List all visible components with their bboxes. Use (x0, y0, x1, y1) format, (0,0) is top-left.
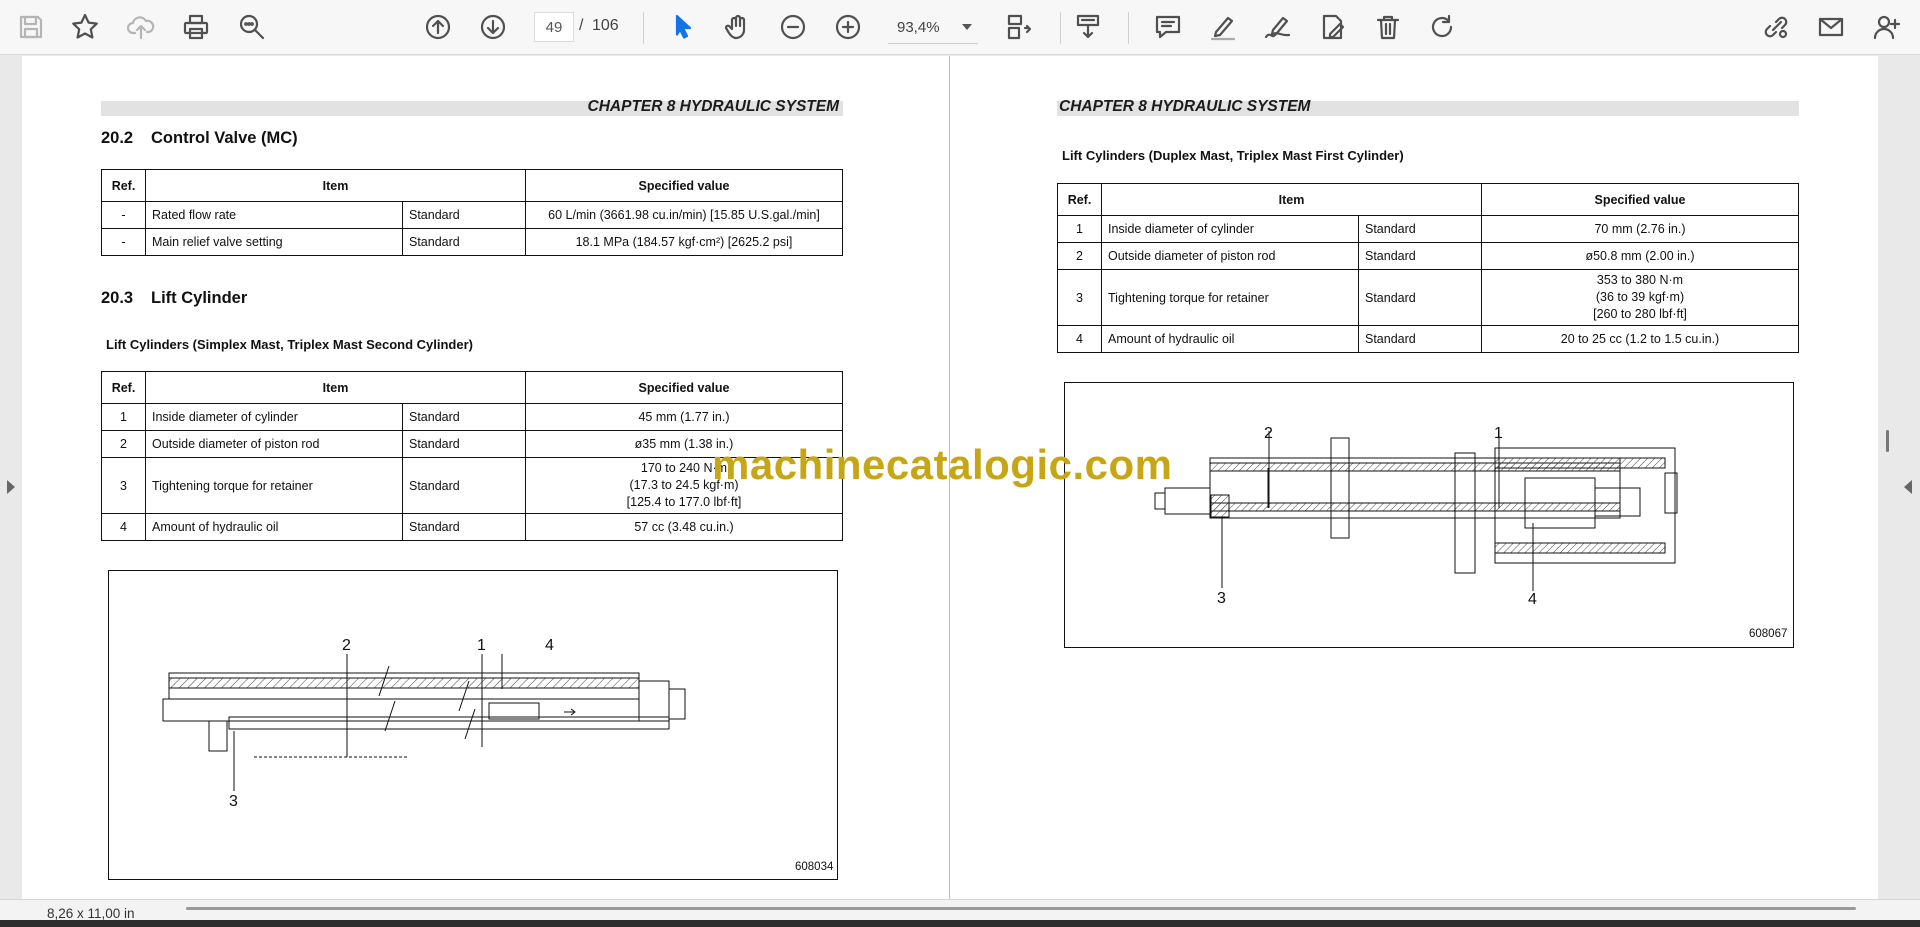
figure-number: 608067 (1749, 628, 1788, 640)
left-panel-toggle-icon[interactable] (7, 480, 15, 494)
star-icon[interactable] (65, 8, 105, 46)
zoom-search-icon[interactable] (232, 8, 272, 46)
table-header-row: Ref. Item Specified value (101, 371, 843, 404)
table-header-row: Ref. Item Specified value (101, 169, 843, 202)
trash-icon[interactable] (1368, 8, 1408, 46)
chapter-header: CHAPTER 8 HYDRAULIC SYSTEM (101, 99, 843, 116)
scroll-mode-icon[interactable] (1068, 8, 1108, 46)
zoom-value: 93,4% (897, 19, 940, 36)
figure-label: 2 (342, 637, 351, 654)
highlight-pen-icon[interactable] (1203, 8, 1243, 46)
lift-cylinder-duplex-table: Ref. Item Specified value 1 Inside diame… (1057, 183, 1799, 353)
table-row: 1 Inside diameter of cylinder Standard 7… (1057, 215, 1799, 243)
taskbar-edge (0, 920, 1920, 927)
mail-icon[interactable] (1811, 8, 1851, 46)
table-row: 2 Outside diameter of piston rod Standar… (1057, 242, 1799, 270)
comment-icon[interactable] (1148, 8, 1188, 46)
toolbar: 49 / 106 93,4% (0, 0, 1920, 55)
table-caption: Lift Cylinders (Simplex Mast, Triplex Ma… (106, 337, 473, 352)
zoom-in-icon[interactable] (828, 8, 868, 46)
page-up-icon[interactable] (418, 8, 458, 46)
figure-number: 608034 (795, 861, 834, 873)
hand-icon[interactable] (718, 8, 758, 46)
table-caption: Lift Cylinders (Duplex Mast, Triplex Mas… (1062, 148, 1404, 163)
share-link-icon[interactable] (1756, 8, 1796, 46)
right-panel-toggle-icon[interactable] (1904, 480, 1912, 494)
figure-label: 4 (545, 637, 554, 654)
table-row: - Main relief valve setting Standard 18.… (101, 228, 843, 256)
select-cursor-icon[interactable] (663, 8, 703, 46)
add-user-icon[interactable] (1866, 8, 1906, 46)
table-row: 4 Amount of hydraulic oil Standard 57 cc… (101, 513, 843, 541)
control-valve-table: Ref. Item Specified value - Rated flow r… (101, 169, 843, 256)
page-number-input[interactable]: 49 (534, 12, 574, 42)
print-icon[interactable] (176, 8, 216, 46)
horizontal-scrollbar[interactable] (186, 907, 1856, 910)
figure-label: 3 (1217, 590, 1226, 607)
figure-label: 1 (477, 637, 486, 654)
figure-label: 4 (1528, 591, 1537, 608)
figure-label: 3 (229, 793, 238, 810)
zoom-select[interactable]: 93,4% (888, 12, 978, 44)
figure-label: 2 (1264, 425, 1273, 442)
lift-cylinder-duplex-diagram: 2 1 3 4 608067 (1064, 382, 1794, 648)
table-row: 3 Tightening torque for retainer Standar… (1057, 269, 1799, 326)
page-dimensions: 8,26 x 11,00 in (47, 906, 135, 921)
lift-cylinder-diagram: 2 1 4 3 608034 (108, 570, 838, 880)
table-row: 1 Inside diameter of cylinder Standard 4… (101, 403, 843, 431)
chevron-down-icon (962, 24, 972, 30)
redo-icon[interactable] (1423, 8, 1463, 46)
save-icon[interactable] (11, 8, 51, 46)
section-heading-control-valve: 20.2 Control Valve (MC) (101, 129, 298, 147)
sign-icon[interactable] (1258, 8, 1298, 46)
page-total: 106 (592, 17, 619, 34)
fill-sign-icon[interactable] (1313, 8, 1353, 46)
figure-label: 1 (1494, 425, 1503, 442)
section-heading-lift-cylinder: 20.3 Lift Cylinder (101, 289, 248, 307)
page-separator: / (579, 17, 584, 34)
table-header-row: Ref. Item Specified value (1057, 183, 1799, 216)
chapter-header: CHAPTER 8 HYDRAULIC SYSTEM (1057, 99, 1799, 116)
fit-page-icon[interactable] (998, 8, 1038, 46)
watermark-text: machinecatalogic.com (712, 441, 1173, 488)
table-row: 4 Amount of hydraulic oil Standard 20 to… (1057, 325, 1799, 353)
vertical-scrollbar[interactable] (1886, 430, 1889, 452)
page-down-icon[interactable] (473, 8, 513, 46)
zoom-out-icon[interactable] (773, 8, 813, 46)
cloud-upload-icon[interactable] (121, 8, 161, 46)
table-row: - Rated flow rate Standard 60 L/min (366… (101, 201, 843, 229)
